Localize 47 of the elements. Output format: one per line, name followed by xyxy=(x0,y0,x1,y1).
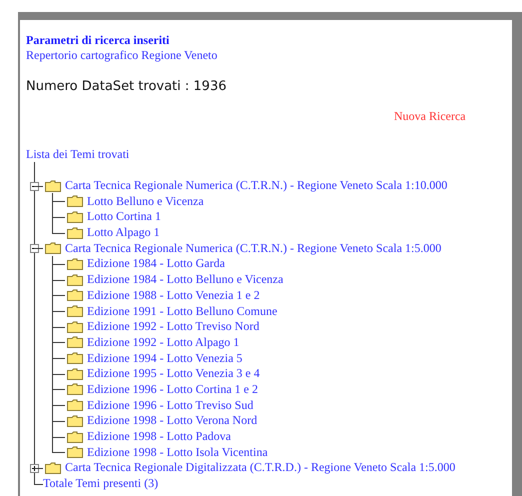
tree-leaf[interactable]: Lotto Alpago 1 xyxy=(87,225,160,240)
tree-leaf[interactable]: Edizione 1998 - Lotto Isola Vicentina xyxy=(87,444,268,460)
folder-icon xyxy=(67,352,83,364)
tree-leaf[interactable]: Edizione 1984 - Lotto Belluno e Vicenza xyxy=(87,272,284,288)
folder-icon xyxy=(45,462,61,474)
tree-leaf[interactable]: Edizione 1994 - Lotto Venezia 5 xyxy=(87,350,242,366)
total-count: Totale Temi presenti (3) xyxy=(43,476,158,492)
tree-node[interactable]: Carta Tecnica Regionale Digitalizzata (C.T.R.D.) - Regione Veneto Scala 1:5.000 xyxy=(65,460,456,476)
folder-icon xyxy=(67,430,83,443)
folder-icon xyxy=(67,289,83,302)
folder-icon xyxy=(67,210,83,223)
tree-node[interactable]: Carta Tecnica Regionale Numerica (C.T.R.N.) - Regione Veneto Scala 1:5.000 xyxy=(65,240,442,256)
folder-icon xyxy=(67,414,83,427)
collapse-icon[interactable] xyxy=(30,244,39,254)
tree-leaf[interactable]: Edizione 1996 - Lotto Treviso Sud xyxy=(87,398,254,413)
tree-leaf[interactable]: Edizione 1992 - Lotto Alpago 1 xyxy=(87,334,240,350)
folder-icon xyxy=(67,320,83,333)
search-parameter: Repertorio cartografico Regione Veneto xyxy=(26,48,218,63)
tree-leaf[interactable]: Lotto Belluno e Vicenza xyxy=(87,194,204,209)
tree-leaf[interactable]: Edizione 1998 - Lotto Padova xyxy=(87,429,231,444)
folder-icon xyxy=(45,180,61,192)
folder-icon xyxy=(67,368,83,380)
folder-icon xyxy=(67,305,83,318)
tree-node[interactable]: Carta Tecnica Regionale Numerica (C.T.R.N.) - Regione Veneto Scala 1:10.000 xyxy=(65,178,448,194)
folder-icon xyxy=(67,195,83,208)
tree-leaf[interactable]: Edizione 1984 - Lotto Garda xyxy=(87,256,225,272)
expand-icon[interactable] xyxy=(30,464,39,473)
folder-icon xyxy=(45,242,61,254)
tree-root-label: Lista dei Temi trovati xyxy=(26,147,130,162)
folder-icon xyxy=(67,383,83,396)
folder-icon xyxy=(67,336,83,348)
collapse-icon[interactable] xyxy=(30,182,39,191)
tree-leaf[interactable]: Edizione 1992 - Lotto Treviso Nord xyxy=(87,319,260,334)
section-title: Parametri di ricerca inseriti xyxy=(26,33,170,48)
folder-icon xyxy=(67,446,83,458)
tree-leaf[interactable]: Edizione 1996 - Lotto Cortina 1 e 2 xyxy=(87,382,258,397)
folder-icon xyxy=(67,274,83,286)
new-search-link[interactable]: Nuova Ricerca xyxy=(394,109,466,124)
folder-icon xyxy=(67,258,83,270)
result-count: Numero DataSet trovati : 1936 xyxy=(26,79,228,95)
tree-leaf[interactable]: Lotto Cortina 1 xyxy=(87,209,161,224)
folder-icon xyxy=(67,226,83,239)
tree-leaf[interactable]: Edizione 1988 - Lotto Venezia 1 e 2 xyxy=(87,288,260,303)
tree-leaf[interactable]: Edizione 1995 - Lotto Venezia 3 e 4 xyxy=(87,366,260,382)
folder-icon xyxy=(67,399,83,412)
tree-leaf[interactable]: Edizione 1991 - Lotto Belluno Comune xyxy=(87,304,278,319)
tree-leaf[interactable]: Edizione 1998 - Lotto Verona Nord xyxy=(87,413,258,428)
